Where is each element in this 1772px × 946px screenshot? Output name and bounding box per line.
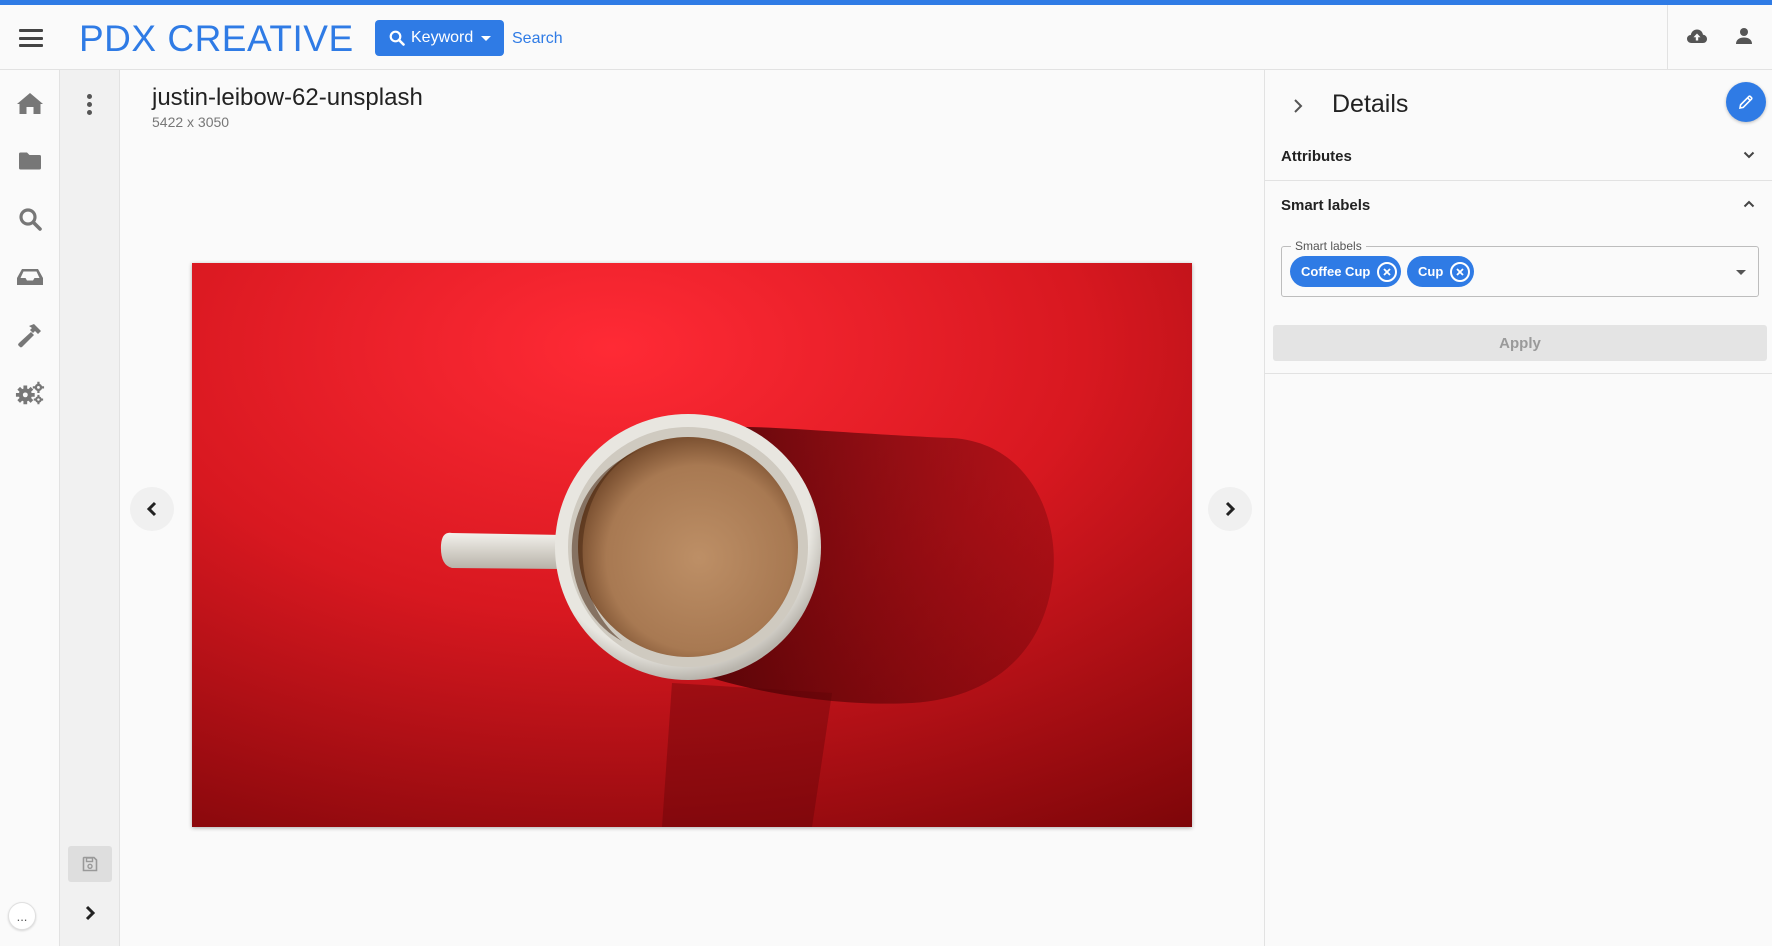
inbox-icon (17, 269, 43, 285)
chevron-up-icon (1743, 200, 1755, 208)
asset-title: justin-leibow-62-unsplash (152, 84, 423, 111)
hammer-icon (18, 324, 41, 348)
tool-rail (60, 70, 120, 946)
smart-labels-field-label: Smart labels (1291, 239, 1366, 253)
remove-chip-icon[interactable] (1450, 261, 1471, 282)
collapse-details-button[interactable] (1288, 94, 1308, 118)
section-divider (1265, 373, 1772, 374)
pencil-icon (1738, 95, 1753, 110)
dropdown-caret-icon[interactable] (1735, 269, 1747, 277)
search-input[interactable] (512, 25, 812, 53)
folder-icon (19, 152, 41, 170)
chip-label: Coffee Cup (1301, 264, 1371, 279)
smart-labels-field[interactable]: Smart labels Coffee Cup Cup (1281, 239, 1759, 297)
more-button[interactable]: ... (8, 902, 36, 930)
chevron-left-icon (146, 501, 157, 517)
coffee-cup-photo (192, 263, 1192, 827)
nav-settings[interactable] (15, 378, 45, 408)
chevron-right-icon (85, 905, 96, 921)
header-divider (1667, 5, 1668, 70)
nav-rail: ... (0, 70, 60, 946)
next-asset-button[interactable] (1208, 487, 1252, 531)
apply-button[interactable]: Apply (1273, 325, 1767, 361)
expand-panel-button[interactable] (80, 903, 100, 923)
nav-tools[interactable] (15, 320, 45, 350)
app-root: PDX CREATIVE Keyword Search ... justin-l… (0, 0, 1772, 946)
asset-dimensions: 5422 x 3050 (152, 114, 230, 130)
gears-icon (15, 381, 45, 405)
chip-label: Cup (1418, 264, 1444, 279)
caret-down-icon (481, 35, 492, 41)
remove-chip-icon[interactable] (1377, 261, 1398, 282)
previous-asset-button[interactable] (130, 487, 174, 531)
brand-logo[interactable]: PDX CREATIVE (79, 18, 354, 60)
save-button[interactable] (68, 846, 112, 882)
chevron-right-icon (1294, 99, 1303, 113)
nav-inbox[interactable] (15, 262, 45, 292)
cloud-upload-icon[interactable] (1686, 27, 1708, 45)
smart-labels-section-label: Smart labels (1281, 197, 1371, 214)
menu-icon[interactable] (19, 29, 43, 47)
asset-image (192, 263, 1192, 827)
nav-home[interactable] (15, 88, 45, 118)
chevron-right-icon (1225, 501, 1236, 517)
nav-folders[interactable] (15, 146, 45, 176)
attributes-section-label: Attributes (1281, 148, 1352, 165)
app-header: PDX CREATIVE Keyword (0, 5, 1772, 70)
attributes-section-header[interactable]: Attributes (1265, 133, 1772, 181)
kebab-menu-icon[interactable] (85, 94, 93, 116)
search-type-dropdown[interactable]: Keyword (375, 20, 504, 56)
chip-cup[interactable]: Cup (1407, 256, 1475, 287)
search-type-label: Keyword (411, 29, 474, 46)
asset-viewer: justin-leibow-62-unsplash 5422 x 3050 (120, 70, 1264, 946)
chevron-down-icon (1743, 151, 1755, 159)
search-icon (19, 208, 42, 231)
search-icon (389, 30, 405, 46)
details-title: Details (1332, 90, 1409, 118)
nav-search[interactable] (15, 204, 45, 234)
edit-button[interactable] (1726, 82, 1766, 122)
floppy-disk-icon (82, 856, 98, 872)
user-icon[interactable] (1735, 27, 1753, 45)
chip-coffee-cup[interactable]: Coffee Cup (1290, 256, 1402, 287)
details-panel: Details Attributes Smart labels Smart la… (1264, 70, 1772, 946)
smart-labels-section-header[interactable]: Smart labels (1265, 182, 1772, 230)
home-icon (17, 93, 43, 114)
